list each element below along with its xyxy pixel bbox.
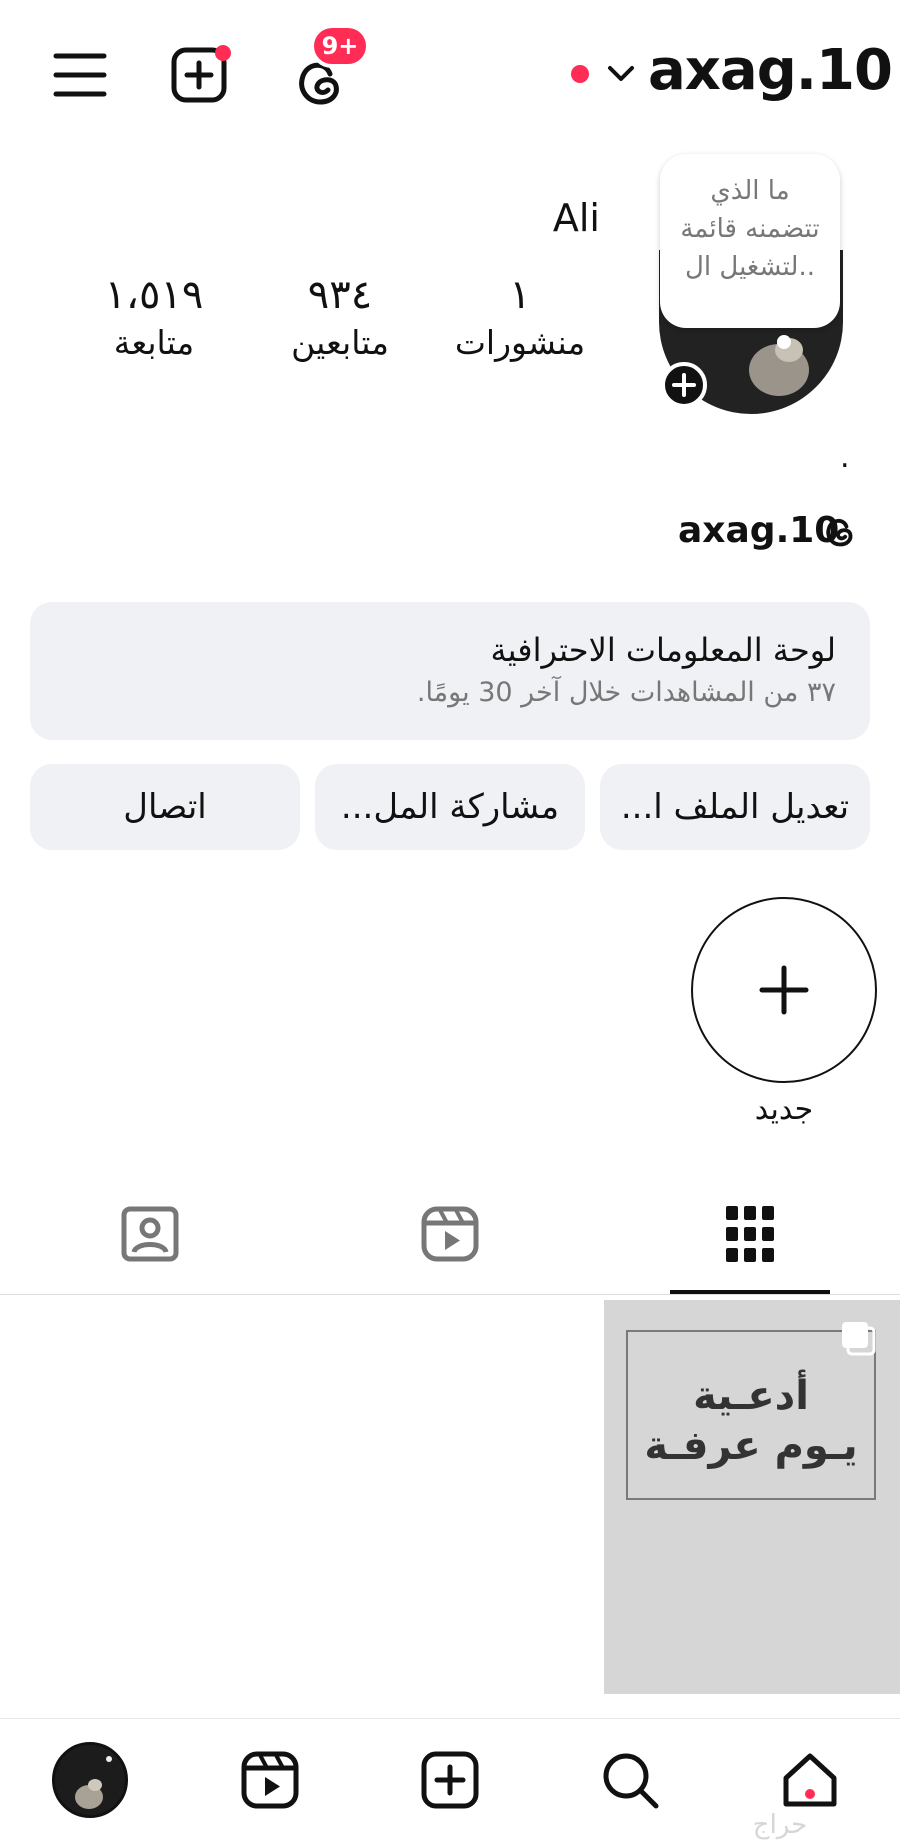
threads-handle: axag.10 <box>678 510 840 551</box>
multi-image-icon <box>840 1320 878 1358</box>
post-thumbnail[interactable]: أدعـية يـوم عرفـة <box>604 1300 900 1694</box>
username-title[interactable]: axag.10 <box>648 38 893 103</box>
status-dot <box>571 65 589 83</box>
edit-profile-button[interactable]: تعديل الملف ا... <box>600 764 870 850</box>
stat-followers[interactable]: ٩٣٤ متابعين <box>256 270 424 366</box>
profile-name: Ali <box>552 196 600 240</box>
chevron-down-icon[interactable] <box>606 64 636 84</box>
threads-small-icon <box>822 512 858 550</box>
reels-tab-icon[interactable] <box>420 1206 480 1262</box>
bio-text: . <box>840 440 850 475</box>
tagged-tab-icon[interactable] <box>120 1206 180 1262</box>
bottom-nav-divider <box>0 1718 900 1719</box>
contact-button[interactable]: اتصال <box>30 764 300 850</box>
dashboard-title: لوحة المعلومات الاحترافية <box>490 631 836 669</box>
grid-icon[interactable] <box>726 1206 774 1262</box>
post-text-line2: يـوم عرفـة <box>644 1423 858 1469</box>
stat-following-label: متابعة <box>113 323 195 362</box>
stat-posts-label: منشورات <box>454 323 586 362</box>
post-text-line1: أدعـية <box>693 1373 809 1419</box>
menu-icon[interactable] <box>52 50 108 100</box>
note-bubble[interactable]: ما الذي تتضمنه قائمة لتشغيل ال.. <box>660 154 840 328</box>
notification-badge: 9+ <box>310 24 370 68</box>
stat-posts[interactable]: ١ منشورات <box>440 270 600 366</box>
new-highlight-button[interactable] <box>690 896 878 1084</box>
watermark: حراج <box>752 1810 808 1840</box>
share-profile-button[interactable]: مشاركة المل... <box>315 764 585 850</box>
profile-avatar-nav[interactable] <box>52 1742 128 1818</box>
reels-icon[interactable] <box>240 1750 300 1810</box>
tabs-divider <box>0 1294 900 1295</box>
create-icon[interactable] <box>420 1750 480 1810</box>
home-icon[interactable] <box>780 1750 840 1810</box>
dashboard-subtitle: ٣٧ من المشاهدات خلال آخر 30 يومًا. <box>416 677 836 708</box>
new-highlight-label: جديد <box>754 1092 814 1127</box>
stat-followers-label: متابعين <box>291 323 389 362</box>
threads-handle-link[interactable]: axag.10 <box>640 508 860 554</box>
professional-dashboard[interactable]: لوحة المعلومات الاحترافية ٣٧ من المشاهدا… <box>30 602 870 740</box>
stat-following-value: ١،٥١٩ <box>104 272 204 318</box>
create-post-icon[interactable] <box>170 44 232 106</box>
search-icon[interactable] <box>600 1750 660 1810</box>
note-bubble-tail <box>777 335 791 349</box>
stat-posts-value: ١ <box>509 272 531 318</box>
stat-followers-value: ٩٣٤ <box>307 272 373 318</box>
add-story-icon[interactable] <box>661 362 707 408</box>
stat-following[interactable]: ١،٥١٩ متابعة <box>92 270 216 366</box>
